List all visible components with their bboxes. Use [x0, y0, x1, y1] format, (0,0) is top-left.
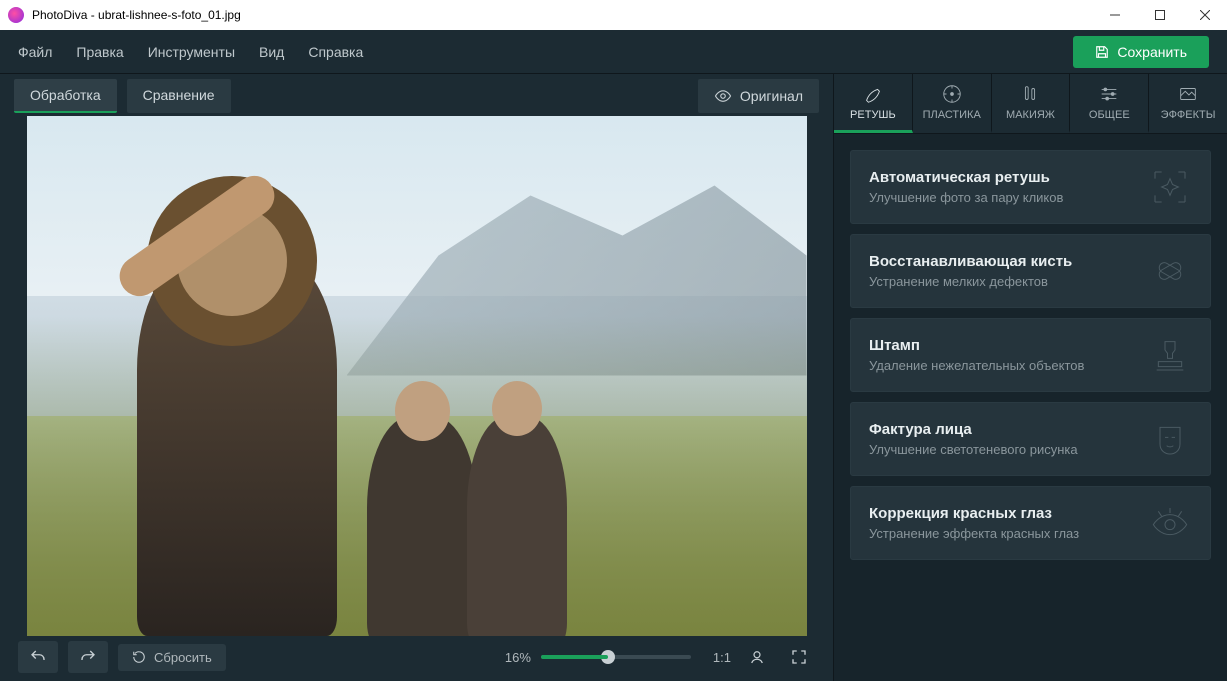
tool-title: Штамп	[869, 337, 1148, 354]
save-icon	[1095, 45, 1109, 59]
zoom-ratio[interactable]: 1:1	[713, 650, 731, 665]
mask-icon	[1148, 417, 1192, 461]
plastika-icon	[941, 83, 963, 105]
eye-icon	[1148, 501, 1192, 545]
tool-desc: Улучшение фото за пару кликов	[869, 190, 1148, 205]
tool-auto-retouch[interactable]: Автоматическая ретушь Улучшение фото за …	[850, 150, 1211, 224]
menubar: Файл Правка Инструменты Вид Справка Сохр…	[0, 30, 1227, 74]
effects-icon	[1177, 83, 1199, 105]
side-panel: РЕТУШЬ ПЛАСТИКА МАКИЯЖ ОБЩЕЕ ЭФФЕКТЫ	[833, 74, 1227, 681]
sparkle-icon	[1148, 165, 1192, 209]
tool-face-texture[interactable]: Фактура лица Улучшение светотеневого рис…	[850, 402, 1211, 476]
app-icon	[8, 7, 24, 23]
maximize-button[interactable]	[1137, 0, 1182, 30]
eye-icon	[714, 87, 732, 105]
fullscreen-icon	[790, 648, 808, 666]
minimize-button[interactable]	[1092, 0, 1137, 30]
tool-desc: Улучшение светотеневого рисунка	[869, 442, 1148, 457]
side-tab-effects[interactable]: ЭФФЕКТЫ	[1149, 74, 1227, 133]
window-title: PhotoDiva - ubrat-lishnee-s-foto_01.jpg	[32, 8, 1092, 22]
close-button[interactable]	[1182, 0, 1227, 30]
menu-file[interactable]: Файл	[18, 44, 52, 60]
menu-edit[interactable]: Правка	[76, 44, 123, 60]
editor-bottom-toolbar: Сбросить 16% 1:1	[0, 633, 833, 681]
menu-view[interactable]: Вид	[259, 44, 284, 60]
refresh-icon	[132, 650, 146, 664]
tool-healing-brush[interactable]: Восстанавливающая кисть Устранение мелки…	[850, 234, 1211, 308]
redo-icon	[79, 648, 97, 666]
fullscreen-button[interactable]	[783, 641, 815, 673]
zoom-value: 16%	[505, 650, 531, 665]
side-tab-retouch[interactable]: РЕТУШЬ	[834, 74, 913, 133]
tab-edit[interactable]: Обработка	[14, 79, 117, 113]
tool-title: Автоматическая ретушь	[869, 169, 1148, 186]
zoom-slider[interactable]	[541, 655, 691, 659]
undo-icon	[29, 648, 47, 666]
side-tab-common[interactable]: ОБЩЕЕ	[1070, 74, 1149, 133]
redo-button[interactable]	[68, 641, 108, 673]
stamp-icon	[1148, 333, 1192, 377]
retouch-icon	[862, 83, 884, 105]
side-tabs: РЕТУШЬ ПЛАСТИКА МАКИЯЖ ОБЩЕЕ ЭФФЕКТЫ	[834, 74, 1227, 134]
tool-title: Фактура лица	[869, 421, 1148, 438]
editor-area: Обработка Сравнение Оригинал	[0, 74, 833, 681]
tool-title: Коррекция красных глаз	[869, 505, 1148, 522]
window-titlebar: PhotoDiva - ubrat-lishnee-s-foto_01.jpg	[0, 0, 1227, 30]
reset-button[interactable]: Сбросить	[118, 644, 226, 671]
bandage-icon	[1148, 249, 1192, 293]
canvas-wrap	[0, 118, 833, 633]
editor-top-toolbar: Обработка Сравнение Оригинал	[0, 74, 833, 118]
save-label: Сохранить	[1117, 44, 1187, 60]
reset-label: Сбросить	[154, 650, 212, 665]
tab-compare[interactable]: Сравнение	[127, 79, 231, 113]
menu-help[interactable]: Справка	[308, 44, 363, 60]
sliders-icon	[1098, 83, 1120, 105]
side-tab-plastika[interactable]: ПЛАСТИКА	[913, 74, 992, 133]
tool-desc: Удаление нежелательных объектов	[869, 358, 1148, 373]
tool-stamp[interactable]: Штамп Удаление нежелательных объектов	[850, 318, 1211, 392]
save-button[interactable]: Сохранить	[1073, 36, 1209, 68]
original-label: Оригинал	[740, 88, 803, 104]
tool-title: Восстанавливающая кисть	[869, 253, 1148, 270]
image-canvas[interactable]	[27, 116, 807, 636]
makeup-icon	[1019, 83, 1041, 105]
menu-tools[interactable]: Инструменты	[148, 44, 235, 60]
tool-red-eye[interactable]: Коррекция красных глаз Устранение эффект…	[850, 486, 1211, 560]
tools-list: Автоматическая ретушь Улучшение фото за …	[834, 134, 1227, 576]
tool-desc: Устранение мелких дефектов	[869, 274, 1148, 289]
side-tab-makeup[interactable]: МАКИЯЖ	[992, 74, 1071, 133]
tool-desc: Устранение эффекта красных глаз	[869, 526, 1148, 541]
face-icon	[748, 648, 766, 666]
original-toggle[interactable]: Оригинал	[698, 79, 819, 113]
fit-face-button[interactable]	[741, 641, 773, 673]
undo-button[interactable]	[18, 641, 58, 673]
